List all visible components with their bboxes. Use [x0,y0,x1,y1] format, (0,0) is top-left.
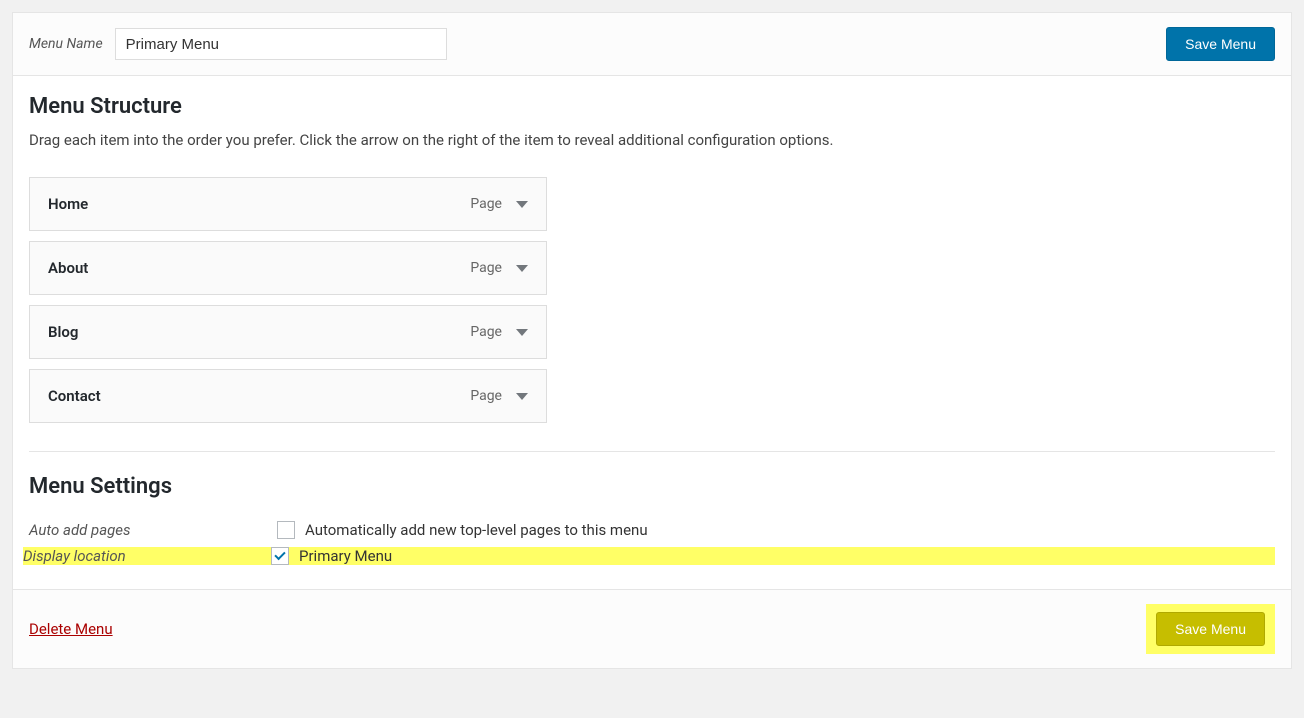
display-location-option-label: Primary Menu [299,547,392,565]
auto-add-pages-option-label: Automatically add new top-level pages to… [305,521,648,539]
chevron-down-icon[interactable] [516,201,528,208]
menu-item[interactable]: Blog Page [29,305,547,359]
menu-name-input[interactable] [115,28,447,60]
save-menu-button-bottom[interactable]: Save Menu [1156,612,1265,646]
menu-item-controls: Page [470,260,528,276]
menu-structure-heading: Menu Structure [29,94,1275,119]
display-location-control: Primary Menu [271,547,400,565]
panel-header: Menu Name Save Menu [13,13,1291,76]
delete-menu-link[interactable]: Delete Menu [29,620,113,638]
auto-add-pages-checkbox[interactable] [277,521,295,539]
menu-item-title: Home [48,195,88,213]
display-location-row: Display location Primary Menu [23,547,1275,565]
auto-add-pages-control: Automatically add new top-level pages to… [277,521,648,539]
menu-item-title: About [48,259,88,277]
menu-item[interactable]: About Page [29,241,547,295]
panel-body: Menu Structure Drag each item into the o… [13,76,1291,589]
save-menu-button-top[interactable]: Save Menu [1166,27,1275,61]
menu-items-list: Home Page About Page Blog Page [29,177,547,423]
menu-item-title: Blog [48,323,78,341]
menu-name-label: Menu Name [29,36,103,52]
menu-item-type: Page [470,324,502,340]
chevron-down-icon[interactable] [516,329,528,336]
menu-structure-description: Drag each item into the order you prefer… [29,131,1275,149]
menu-item-controls: Page [470,324,528,340]
menu-item[interactable]: Contact Page [29,369,547,423]
menu-editor-panel: Menu Name Save Menu Menu Structure Drag … [12,12,1292,669]
chevron-down-icon[interactable] [516,265,528,272]
menu-item-controls: Page [470,388,528,404]
menu-item-type: Page [470,388,502,404]
menu-item-controls: Page [470,196,528,212]
menu-settings-heading: Menu Settings [29,474,1275,499]
menu-name-group: Menu Name [29,28,447,60]
panel-footer: Delete Menu Save Menu [13,589,1291,668]
display-location-checkbox[interactable] [271,547,289,565]
menu-item-type: Page [470,260,502,276]
save-button-highlight: Save Menu [1146,604,1275,654]
auto-add-pages-row: Auto add pages Automatically add new top… [29,513,1275,547]
display-location-label: Display location [23,547,271,565]
divider [29,451,1275,452]
menu-item-type: Page [470,196,502,212]
menu-settings-section: Menu Settings Auto add pages Automatical… [29,474,1275,565]
menu-item-title: Contact [48,387,101,405]
auto-add-pages-label: Auto add pages [29,521,277,539]
menu-item[interactable]: Home Page [29,177,547,231]
chevron-down-icon[interactable] [516,393,528,400]
